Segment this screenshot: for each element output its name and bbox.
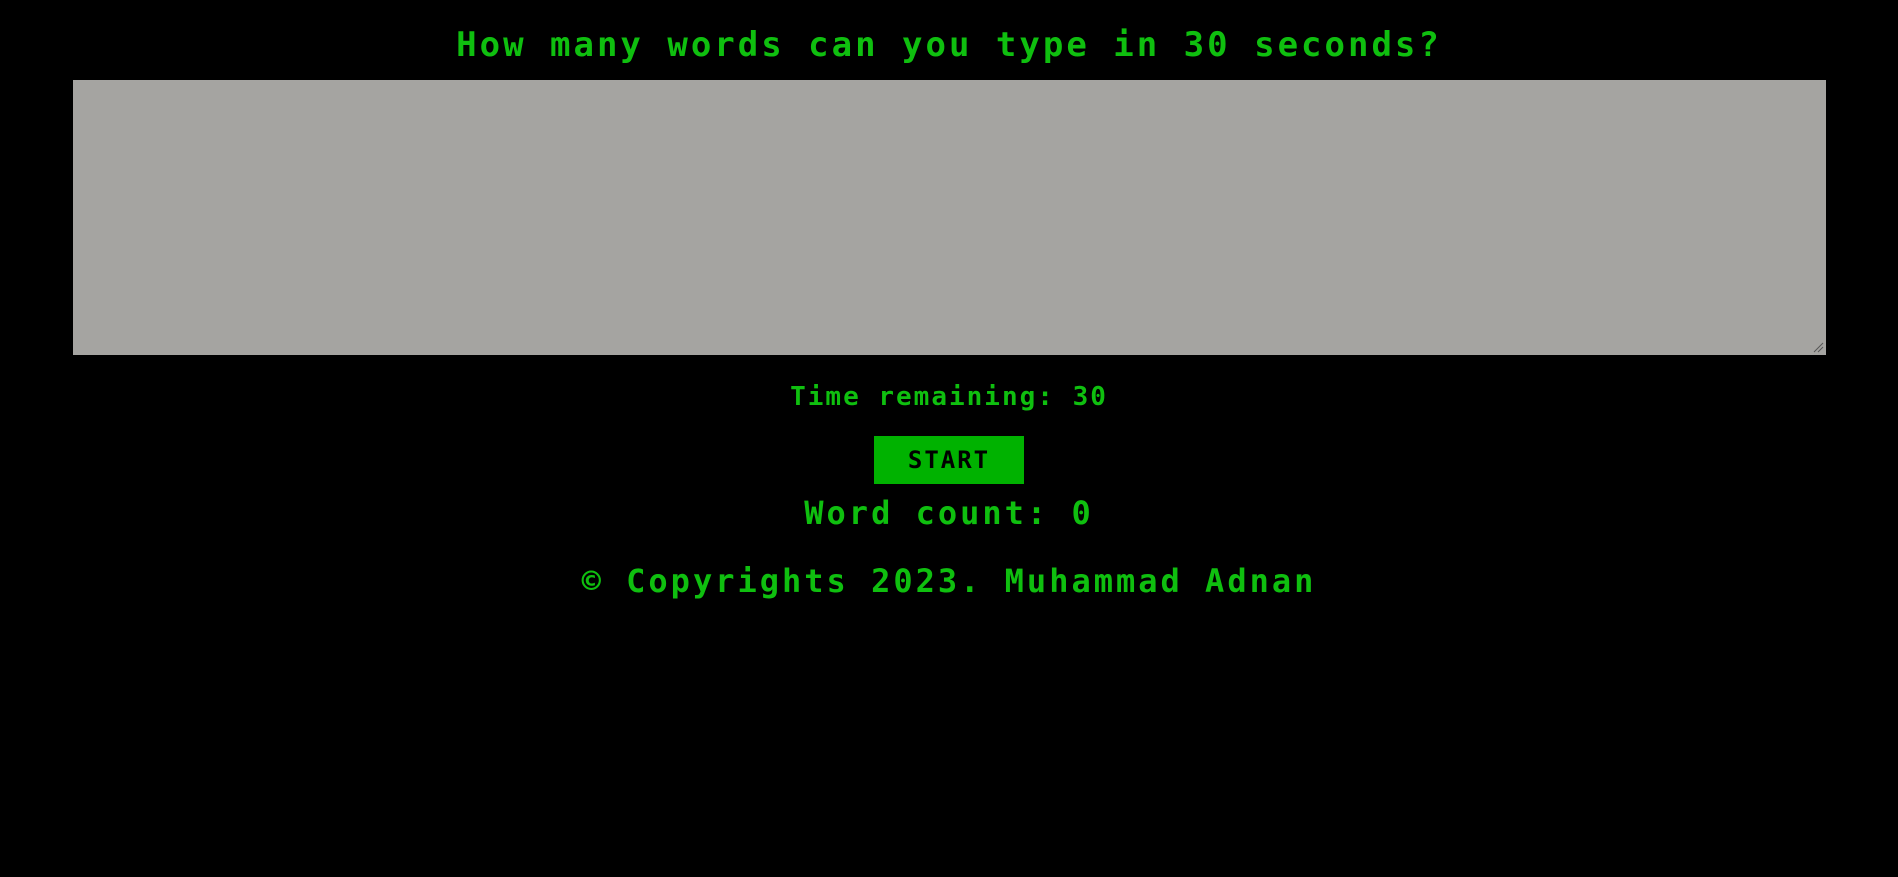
typing-textarea[interactable] [73, 80, 1826, 355]
word-count-label: Word count: 0 [804, 494, 1094, 532]
page-title: How many words can you type in 30 second… [456, 25, 1442, 65]
resize-grip-icon[interactable] [1812, 341, 1824, 353]
copyright-footer: © Copyrights 2023. Muhammad Adnan [581, 562, 1317, 600]
time-remaining-label: Time remaining: 30 [790, 382, 1108, 412]
start-button[interactable]: START [874, 436, 1024, 484]
